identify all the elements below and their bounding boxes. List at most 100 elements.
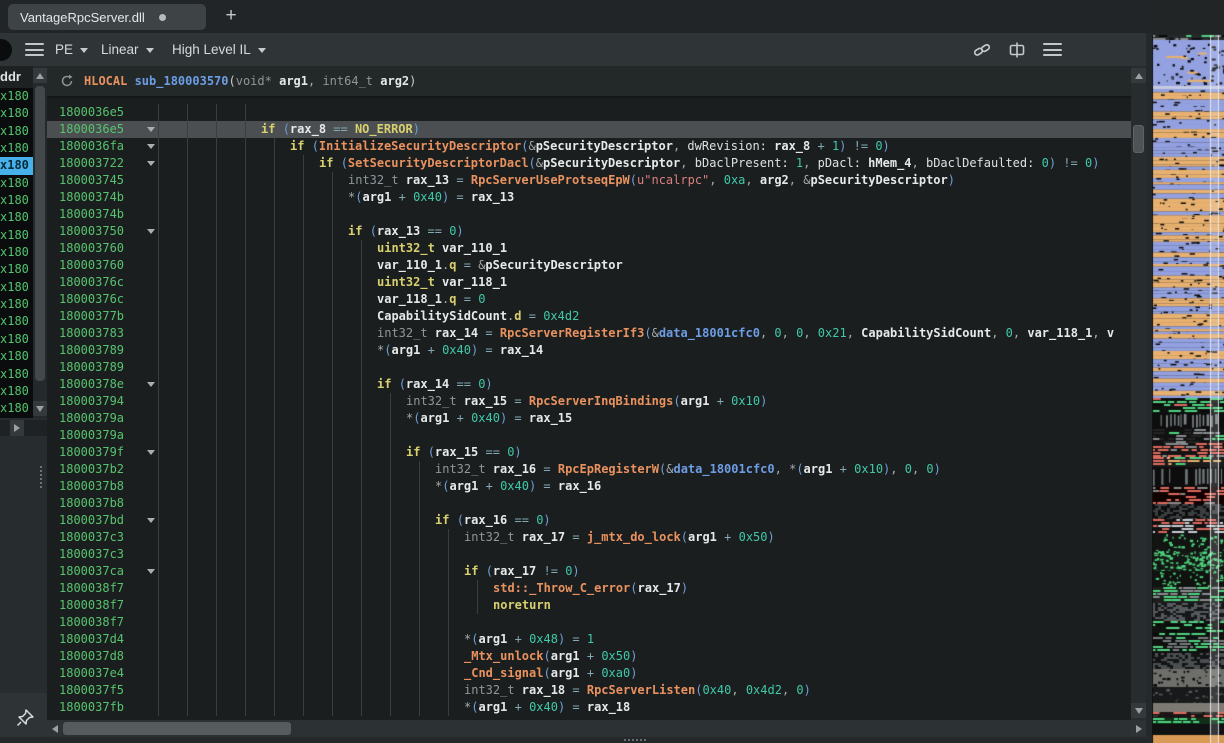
link-icon[interactable] — [973, 41, 991, 59]
code-line[interactable]: 18000376cvar_118_1.q = 0 — [47, 291, 1131, 308]
code-line[interactable]: 18000377bCapabilitySidCount.d = 0x4d2 — [47, 308, 1131, 325]
code-line[interactable]: 180003750if (rax_13 == 0) — [47, 223, 1131, 240]
code-token: 0 — [796, 683, 803, 697]
menu-icon[interactable] — [25, 43, 44, 56]
code-line[interactable]: 1800037fb*(arg1 + 0x40) = rax_18 — [47, 699, 1131, 716]
code-token: InitializeSecurityDescriptor — [319, 139, 521, 153]
scrollbar-thumb[interactable] — [1133, 125, 1144, 153]
address-label: 180003760 — [59, 257, 124, 274]
split-view-icon[interactable] — [1008, 41, 1026, 59]
code-line[interactable]: 1800038f7std::_Throw_C_error(rax_17) — [47, 580, 1131, 597]
indent-guide — [332, 359, 333, 376]
code-line[interactable]: 1800037b8 — [47, 495, 1131, 512]
scroll-right-button[interactable] — [1131, 721, 1146, 736]
pin-icon[interactable] — [14, 707, 36, 729]
address-label: 180003760 — [59, 240, 124, 257]
code-token: rax_17 — [522, 530, 565, 544]
scroll-down-button[interactable] — [1131, 703, 1146, 718]
code-line[interactable]: 180003783int32_t rax_14 = RpcServerRegis… — [47, 325, 1131, 342]
code-horizontal-scrollbar[interactable] — [47, 720, 1146, 737]
code-line[interactable]: 1800036e5if (rax_8 == NO_ERROR) — [47, 121, 1131, 138]
splitter-handle[interactable] — [40, 466, 42, 488]
function-signature[interactable]: HLOCAL sub_180003570(void* arg1, int64_t… — [84, 74, 416, 88]
indent-guide — [361, 444, 362, 461]
code-line[interactable]: 18000379fif (rax_15 == 0) — [47, 444, 1131, 461]
code-line[interactable]: 1800036e5 — [47, 104, 1131, 121]
indent-guide — [332, 512, 333, 529]
code-line[interactable]: 180003760var_110_1.q = &pSecurityDescrip… — [47, 257, 1131, 274]
code-line[interactable]: 18000374b — [47, 206, 1131, 223]
scroll-left-button[interactable] — [47, 721, 62, 736]
fold-arrow-icon[interactable] — [147, 569, 155, 574]
code-line[interactable]: 180003794int32_t rax_15 = RpcServerInqBi… — [47, 393, 1131, 410]
code-token: arg1 — [362, 190, 391, 204]
indent-guide — [187, 682, 188, 699]
code-line[interactable]: 1800038f7noreturn — [47, 597, 1131, 614]
feature-map[interactable] — [1152, 0, 1224, 743]
indent-guide — [187, 155, 188, 172]
scroll-up-button[interactable] — [33, 68, 47, 83]
indent-guide — [303, 325, 304, 342]
scrollbar-thumb[interactable] — [63, 722, 291, 735]
fold-arrow-icon[interactable] — [147, 229, 155, 234]
code-line[interactable]: 1800037f5int32_t rax_18 = RpcServerListe… — [47, 682, 1131, 699]
code-token: sub_180003570 — [135, 74, 229, 88]
refresh-icon[interactable] — [60, 74, 74, 88]
menu-linear[interactable]: Linear — [101, 33, 154, 66]
code-line[interactable]: 1800037b8*(arg1 + 0x40) = rax_16 — [47, 478, 1131, 495]
code-line[interactable]: 180003789 — [47, 359, 1131, 376]
code-line[interactable]: 18000376cuint32_t var_118_1 — [47, 274, 1131, 291]
code-token: void* — [236, 74, 279, 88]
code-line[interactable]: 1800037d8_Mtx_unlock(arg1 + 0x50) — [47, 648, 1131, 665]
code-line[interactable]: 1800037b2int32_t rax_16 = RpcEpRegisterW… — [47, 461, 1131, 478]
file-tab[interactable]: VantageRpcServer.dll — [8, 4, 206, 30]
code-line[interactable]: 1800036faif (InitializeSecurityDescripto… — [47, 138, 1131, 155]
code-line[interactable]: 18000378eif (rax_14 == 0) — [47, 376, 1131, 393]
bottom-splitter[interactable] — [0, 737, 1146, 743]
code-token: 0 — [926, 462, 933, 476]
code-line[interactable]: 1800038f7 — [47, 614, 1131, 631]
code-line[interactable]: 180003722if (SetSecurityDescriptorDacl(&… — [47, 155, 1131, 172]
code-line[interactable]: 18000374b*(arg1 + 0x40) = rax_13 — [47, 189, 1131, 206]
code-line[interactable]: 1800037caif (rax_17 != 0) — [47, 563, 1131, 580]
code-line[interactable]: 1800037c3int32_t rax_17 = j_mtx_do_lock(… — [47, 529, 1131, 546]
fold-arrow-icon[interactable] — [147, 127, 155, 132]
scroll-down-button[interactable] — [33, 401, 47, 416]
code-line[interactable]: 1800037d4*(arg1 + 0x48) = 1 — [47, 631, 1131, 648]
code-token: = — [449, 173, 471, 187]
indent-guide — [303, 512, 304, 529]
code-line[interactable]: 1800037bdif (rax_16 == 0) — [47, 512, 1131, 529]
code-text: int32_t rax_15 = RpcServerInqBindings(ar… — [406, 393, 767, 410]
code-token: ) — [485, 377, 492, 391]
sidebar-horizontal-scrollbar[interactable] — [0, 420, 47, 436]
chevron-down-icon — [80, 48, 88, 53]
hlil-code-view[interactable]: 1800036e51800036e5if (rax_8 == NO_ERROR)… — [47, 100, 1131, 720]
menu-pe[interactable]: PE — [55, 33, 88, 66]
fold-arrow-icon[interactable] — [147, 518, 155, 523]
code-line[interactable]: 1800037c3 — [47, 546, 1131, 563]
code-line[interactable]: 180003745int32_t rax_13 = RpcServerUsePr… — [47, 172, 1131, 189]
scrollbar-thumb[interactable] — [35, 86, 45, 381]
fold-arrow-icon[interactable] — [147, 450, 155, 455]
scroll-right-button[interactable] — [10, 420, 24, 436]
code-vertical-scrollbar[interactable] — [1131, 66, 1146, 720]
indent-guide — [158, 240, 159, 257]
fold-arrow-icon[interactable] — [147, 144, 155, 149]
code-token: arg1 — [478, 632, 507, 646]
code-line[interactable]: 18000379a — [47, 427, 1131, 444]
code-token: = — [478, 343, 500, 357]
code-line[interactable]: 180003760uint32_t var_110_1 — [47, 240, 1131, 257]
indent-guide — [332, 546, 333, 563]
code-token: , — [912, 156, 926, 170]
scroll-up-button[interactable] — [1131, 68, 1146, 83]
menu-il-level[interactable]: High Level IL — [172, 33, 266, 66]
code-line[interactable]: 18000379a*(arg1 + 0x40) = rax_15 — [47, 410, 1131, 427]
code-line[interactable]: 180003789*(arg1 + 0x40) = rax_14 — [47, 342, 1131, 359]
code-line[interactable]: 1800037e4_Cnd_signal(arg1 + 0xa0) — [47, 665, 1131, 682]
panel-menu-icon[interactable] — [1043, 43, 1062, 56]
sidebar-vertical-scrollbar[interactable] — [33, 66, 47, 418]
fold-arrow-icon[interactable] — [147, 161, 155, 166]
indent-guide — [158, 342, 159, 359]
fold-arrow-icon[interactable] — [147, 382, 155, 387]
new-tab-button[interactable]: + — [218, 3, 244, 29]
